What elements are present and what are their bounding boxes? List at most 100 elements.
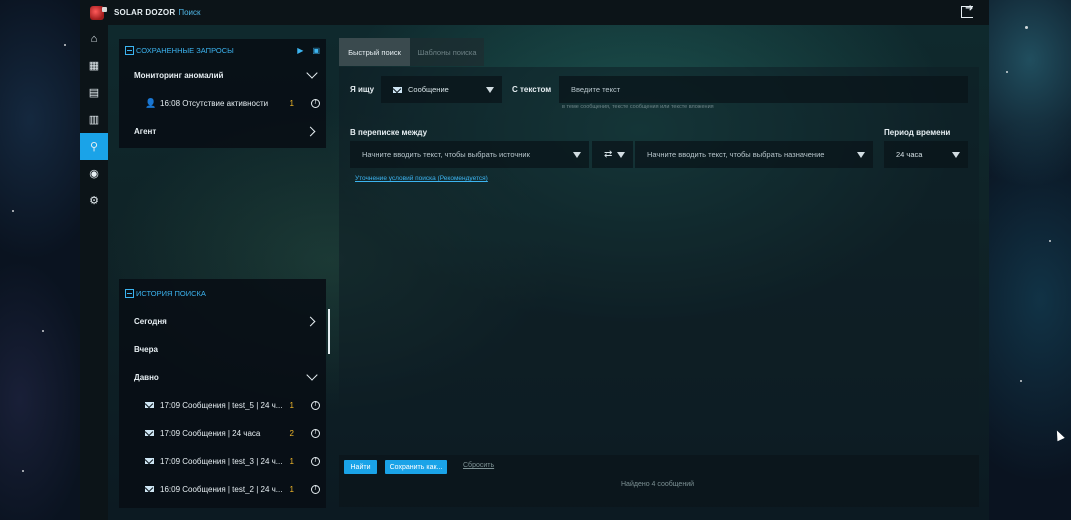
star	[1006, 71, 1008, 73]
saved-queries-title: Сохраненные запросы	[136, 45, 234, 55]
calendar-icon: ▥	[88, 114, 100, 126]
nav-agent[interactable]: ◉	[80, 160, 108, 187]
star	[1020, 380, 1022, 382]
breadcrumb: Поиск	[178, 8, 201, 17]
result-count: 1	[289, 456, 294, 466]
destination-input[interactable]: Начните вводить текст, чтобы выбрать наз…	[635, 141, 873, 168]
text-input-hint: в теме сообщения, тексте сообщения или т…	[562, 104, 714, 110]
object-type-value: Сообщение	[408, 85, 449, 94]
mail-icon	[145, 402, 154, 408]
nav-org[interactable]: ▦	[80, 52, 108, 79]
history-group-today[interactable]: Сегодня	[119, 307, 326, 335]
saved-query-item[interactable]: 👤 16:08 Отсутствие активности 1 f	[119, 89, 326, 117]
search-icon: ⚲	[89, 141, 99, 153]
agent-icon: ◉	[89, 168, 99, 180]
chevron-right-icon	[305, 316, 316, 326]
group-label: Мониторинг аномалий	[134, 70, 224, 80]
text-input-placeholder: Введите текст	[571, 85, 621, 94]
dropdown-arrow-icon	[573, 152, 581, 158]
period-value: 24 часа	[896, 150, 923, 159]
result-count: 1	[289, 400, 294, 410]
persons-icon: ▤	[88, 87, 100, 99]
function-icon[interactable]: f	[311, 98, 320, 108]
logout-icon[interactable]	[961, 3, 973, 18]
dropdown-arrow-icon	[486, 87, 494, 93]
star	[64, 44, 66, 46]
result-count: 1	[289, 98, 294, 108]
nav-persons[interactable]: ▤	[80, 79, 108, 106]
result-count: 1	[289, 484, 294, 494]
add-folder-icon[interactable]: ▣	[312, 46, 320, 55]
history-item-label: 17:09 Сообщения | 24 часа	[160, 428, 261, 438]
results-status: Найдено 4 сообщений	[621, 481, 695, 488]
history-item[interactable]: 17:09 Сообщения | test_3 | 24 ч... 1 f	[119, 447, 326, 475]
dropdown-arrow-icon	[952, 152, 960, 158]
function-icon[interactable]: f	[311, 428, 320, 438]
source-placeholder: Начните вводить текст, чтобы выбрать ист…	[362, 150, 530, 159]
saved-queries-header: Сохраненные запросы ▶ ▣	[119, 39, 326, 61]
nav-calendar[interactable]: ▥	[80, 106, 108, 133]
star	[1025, 26, 1028, 29]
i-search-label: Я ищу	[350, 85, 375, 94]
mail-icon	[145, 430, 154, 436]
chevron-down-icon	[306, 369, 318, 381]
history-item[interactable]: 17:09 Сообщения | test_5 | 24 ч... 1 f	[119, 391, 326, 419]
saved-group-agent[interactable]: Агент	[119, 117, 326, 145]
saved-group-anomalies[interactable]: Мониторинг аномалий	[119, 61, 326, 89]
group-label: Агент	[134, 126, 157, 136]
history-item-label: 16:09 Сообщения | test_2 | 24 ч...	[160, 484, 283, 494]
function-icon[interactable]: f	[311, 456, 320, 466]
history-item-label: 17:09 Сообщения | test_5 | 24 ч...	[160, 400, 283, 410]
collapse-icon[interactable]	[125, 288, 134, 298]
saved-query-label: 16:08 Отсутствие активности	[160, 98, 269, 108]
history-group-yesterday[interactable]: Вчера	[119, 335, 326, 363]
direction-select[interactable]: ⇄	[592, 141, 633, 168]
search-history-panel: История поиска Сегодня Вчера Давно 17:09…	[119, 279, 326, 508]
find-button[interactable]: Найти	[344, 460, 377, 474]
org-icon: ▦	[88, 60, 100, 72]
history-title: История поиска	[136, 288, 206, 298]
source-input[interactable]: Начните вводить текст, чтобы выбрать ист…	[350, 141, 589, 168]
top-bar: SOLAR DOZOR Поиск	[80, 0, 989, 25]
star	[42, 330, 44, 332]
search-form-panel	[339, 67, 979, 507]
brand-name: SOLAR DOZOR	[114, 8, 176, 17]
refine-conditions-link[interactable]: Уточнение условий поиска (Рекомендуется)	[355, 175, 488, 182]
star	[1049, 240, 1051, 242]
mail-icon	[393, 86, 402, 93]
nav-settings[interactable]: ⚙	[80, 187, 108, 214]
period-label: Период времени	[884, 128, 951, 137]
object-type-select[interactable]: Сообщение	[381, 76, 502, 103]
swap-icon: ⇄	[604, 149, 613, 160]
history-scrollbar[interactable]	[328, 309, 330, 354]
chevron-down-icon	[306, 67, 318, 79]
result-count: 2	[289, 428, 294, 438]
history-item[interactable]: 16:09 Сообщения | test_2 | 24 ч... 1 f	[119, 475, 326, 503]
home-icon: ⌂	[90, 32, 98, 45]
star	[12, 210, 14, 212]
destination-placeholder: Начните вводить текст, чтобы выбрать наз…	[647, 150, 825, 159]
function-icon[interactable]: f	[311, 400, 320, 410]
play-icon[interactable]: ▶	[297, 46, 303, 55]
saved-queries-panel: Сохраненные запросы ▶ ▣ Мониторинг анома…	[119, 39, 326, 148]
reset-link[interactable]: Сбросить	[463, 462, 494, 469]
settings-icon: ⚙	[89, 195, 99, 207]
collapse-icon[interactable]	[125, 45, 134, 55]
with-text-label: С текстом	[512, 85, 552, 94]
tab-quick-search[interactable]: Быстрый поиск	[339, 38, 410, 66]
function-icon[interactable]: f	[311, 484, 320, 494]
text-input[interactable]: Введите текст	[559, 76, 968, 103]
star	[22, 470, 24, 472]
dropdown-arrow-icon	[857, 152, 865, 158]
user-icon: 👤	[145, 97, 157, 108]
chevron-right-icon	[305, 126, 316, 136]
history-group-old[interactable]: Давно	[119, 363, 326, 391]
nav-home[interactable]: ⌂	[80, 25, 108, 52]
save-as-button[interactable]: Сохранить как...	[385, 460, 447, 474]
tab-search-templates[interactable]: Шаблоны поиска	[410, 38, 484, 66]
history-item[interactable]: 17:09 Сообщения | 24 часа 2 f	[119, 419, 326, 447]
period-select[interactable]: 24 часа	[884, 141, 968, 168]
history-header: История поиска	[119, 279, 326, 307]
nav-search[interactable]: ⚲	[80, 133, 108, 160]
history-item-label: 17:09 Сообщения | test_3 | 24 ч...	[160, 456, 283, 466]
